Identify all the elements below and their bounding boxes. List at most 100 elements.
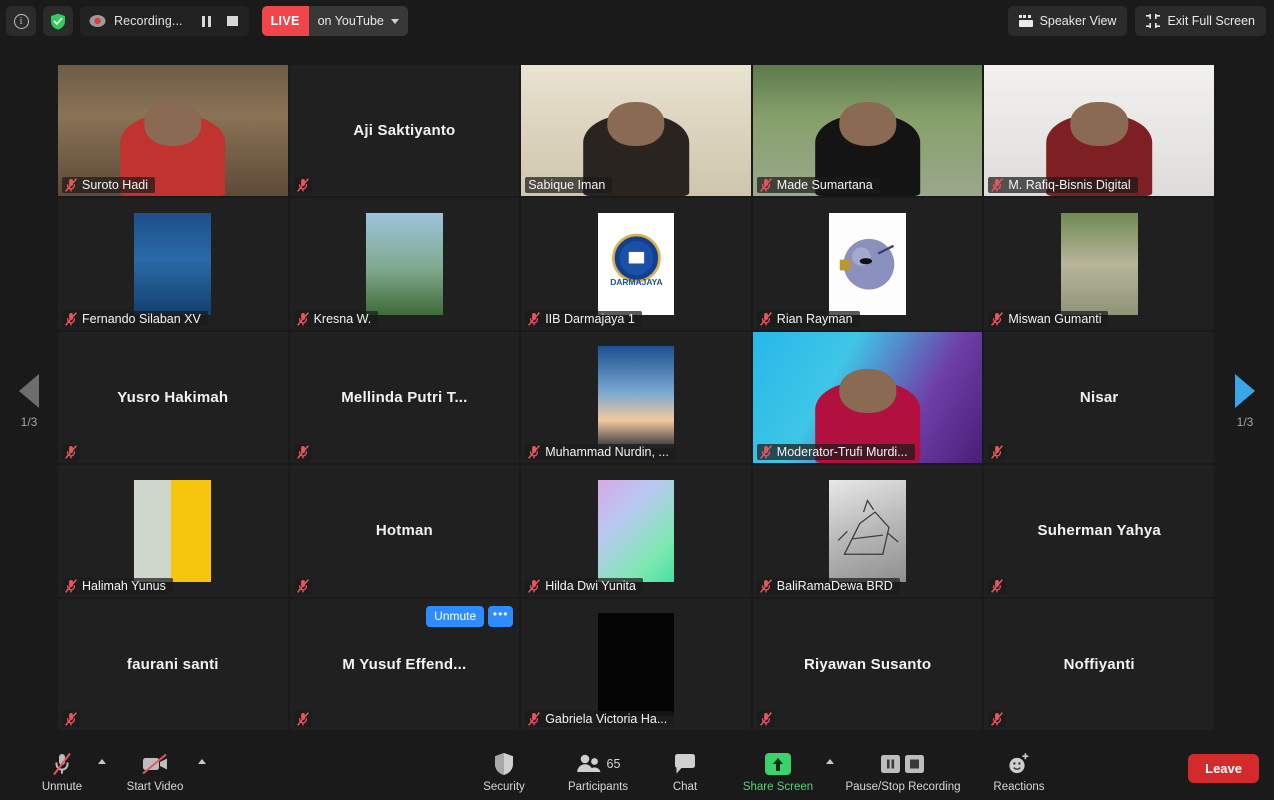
participant-name: IIB Darmajaya 1 bbox=[545, 311, 635, 326]
mic-muted-icon bbox=[50, 751, 74, 777]
participant-tile[interactable]: Riyawan Susanto bbox=[752, 598, 983, 730]
participant-tile[interactable]: Miswan Gumanti bbox=[984, 198, 1214, 330]
info-circle-icon: i bbox=[13, 13, 29, 29]
mic-muted-icon bbox=[759, 178, 772, 193]
start-video-button[interactable]: Start Video bbox=[112, 745, 206, 793]
participant-tile[interactable]: Muhammad Nurdin, ... bbox=[521, 331, 751, 464]
collapse-arrows-icon bbox=[1146, 14, 1161, 28]
live-stream-group: LIVE on YouTube bbox=[261, 6, 408, 36]
mute-indicator bbox=[293, 577, 312, 594]
participant-tile[interactable]: Mellinda Putri T... bbox=[289, 331, 520, 464]
next-page-button[interactable]: 1/3 bbox=[1216, 374, 1274, 429]
mic-muted-icon bbox=[528, 445, 541, 460]
participant-tile[interactable]: Fernando Silaban XV bbox=[58, 198, 288, 330]
participant-avatar bbox=[134, 479, 212, 583]
participant-tile[interactable]: Suherman Yahya bbox=[984, 465, 1214, 597]
participant-tile[interactable]: Nisar bbox=[984, 331, 1214, 464]
chat-button[interactable]: Chat bbox=[654, 745, 716, 793]
participant-tile[interactable]: faurani santi bbox=[58, 598, 288, 730]
participant-tile[interactable]: Moderator-Trufi Murdi... bbox=[752, 331, 983, 464]
mute-indicator bbox=[293, 444, 312, 461]
participant-name: Nisar bbox=[1079, 388, 1119, 406]
participant-tile[interactable]: Gabriela Victoria Ha... bbox=[521, 598, 751, 730]
share-screen-button[interactable]: Share Screen bbox=[730, 745, 834, 793]
participant-name: Sabique Iman bbox=[528, 178, 606, 193]
participant-name: Halimah Yunus bbox=[82, 578, 166, 593]
participant-name: Muhammad Nurdin, ... bbox=[545, 445, 669, 460]
chevron-right-icon bbox=[1235, 374, 1255, 408]
reactions-button[interactable]: Reactions bbox=[980, 745, 1058, 793]
participant-name-bar: Suroto Hadi bbox=[62, 177, 156, 194]
participant-tile[interactable]: M Yusuf Effend... Unmute ••• bbox=[289, 598, 520, 730]
pause-recording-button[interactable] bbox=[195, 9, 219, 33]
participant-tile[interactable]: Kresna W. bbox=[289, 198, 520, 330]
participants-button[interactable]: 65 Participants bbox=[556, 745, 640, 793]
participant-tile[interactable]: Aji Saktiyanto bbox=[289, 65, 520, 197]
participant-tile[interactable]: Noffiyanti bbox=[984, 598, 1214, 730]
participant-avatar bbox=[597, 346, 675, 449]
mic-muted-icon bbox=[65, 178, 77, 193]
participant-count: 65 bbox=[606, 757, 621, 771]
mic-muted-icon bbox=[296, 712, 309, 726]
unmute-button[interactable]: Unmute bbox=[26, 745, 106, 793]
participant-avatar bbox=[1060, 212, 1138, 316]
speaker-view-button[interactable]: Speaker View bbox=[1007, 6, 1128, 36]
participant-name: Suherman Yahya bbox=[1037, 522, 1161, 540]
participant-tile[interactable]: Made Sumartana bbox=[752, 65, 983, 197]
participant-tile[interactable]: DARMAJAYA IIB Darmajaya 1 bbox=[521, 198, 751, 330]
participant-tile[interactable]: Halimah Yunus bbox=[58, 465, 288, 597]
reactions-icon bbox=[1007, 751, 1031, 777]
participant-tile[interactable]: Sabique Iman bbox=[521, 65, 751, 197]
participant-gallery-grid: Suroto Hadi Aji Saktiyanto Sabique Iman Mad… bbox=[58, 65, 1214, 730]
participant-tile[interactable]: Suroto Hadi bbox=[58, 65, 288, 197]
participant-tile[interactable]: Hilda Dwi Yunita bbox=[521, 465, 751, 597]
share-screen-icon bbox=[765, 751, 791, 777]
recording-controls bbox=[195, 9, 245, 33]
chevron-up-icon[interactable] bbox=[826, 759, 834, 764]
share-screen-icon bbox=[765, 753, 791, 775]
participant-name-bar: Muhammad Nurdin, ... bbox=[525, 444, 676, 461]
participant-tile[interactable]: Hotman bbox=[289, 465, 520, 597]
mic-muted-icon bbox=[991, 712, 1004, 726]
chevron-up-icon[interactable] bbox=[98, 759, 106, 764]
participant-name: Riyawan Susanto bbox=[803, 655, 932, 673]
mic-muted-icon bbox=[65, 445, 77, 460]
page-indicator-right: 1/3 bbox=[1236, 415, 1254, 429]
more-options-button[interactable]: ••• bbox=[488, 605, 514, 627]
participant-tile[interactable]: Rian Rayman bbox=[752, 198, 983, 330]
participant-name: Suroto Hadi bbox=[82, 178, 149, 193]
mic-muted-icon bbox=[528, 311, 541, 326]
participants-icon: 65 bbox=[576, 751, 621, 777]
control-label: Chat bbox=[672, 781, 698, 793]
mute-indicator bbox=[293, 710, 312, 727]
ask-to-unmute-button[interactable]: Unmute bbox=[426, 605, 485, 627]
participant-name-bar: Kresna W. bbox=[293, 310, 379, 327]
exit-full-screen-button[interactable]: Exit Full Screen bbox=[1135, 6, 1266, 36]
participant-name-bar: M. Rafiq-Bisnis Digital bbox=[988, 177, 1138, 194]
participant-name: Noffiyanti bbox=[1063, 655, 1135, 673]
stop-recording-button[interactable] bbox=[221, 9, 245, 33]
mic-muted-icon bbox=[991, 445, 1004, 460]
chevron-up-icon[interactable] bbox=[198, 759, 206, 764]
security-button[interactable]: Security bbox=[466, 745, 542, 793]
mic-muted-icon bbox=[991, 178, 1004, 193]
meeting-info-button[interactable]: i bbox=[6, 6, 36, 36]
encryption-status-button[interactable] bbox=[43, 6, 73, 36]
mic-muted-icon bbox=[296, 311, 309, 326]
participant-name-bar: Made Sumartana bbox=[756, 177, 880, 194]
mic-muted-icon bbox=[65, 712, 77, 726]
participant-name-bar: Rian Rayman bbox=[756, 310, 860, 327]
participant-tile[interactable]: BaliRamaDewa BRD bbox=[752, 465, 983, 597]
pause-icon bbox=[201, 15, 212, 27]
live-destination-dropdown[interactable]: on YouTube bbox=[308, 6, 408, 36]
participant-name-bar: Gabriela Victoria Ha... bbox=[525, 710, 675, 727]
previous-page-button[interactable]: 1/3 bbox=[0, 374, 58, 429]
mic-muted-icon bbox=[759, 445, 772, 460]
participant-avatar bbox=[829, 212, 907, 316]
pause-stop-recording-button[interactable]: Pause/Stop Recording bbox=[840, 745, 966, 793]
tile-hover-controls: Unmute ••• bbox=[426, 605, 514, 627]
exit-full-screen-label: Exit Full Screen bbox=[1167, 14, 1255, 28]
participant-tile[interactable]: Yusro Hakimah bbox=[58, 331, 288, 464]
participant-tile[interactable]: M. Rafiq-Bisnis Digital bbox=[984, 65, 1214, 197]
leave-button[interactable]: Leave bbox=[1188, 754, 1259, 783]
